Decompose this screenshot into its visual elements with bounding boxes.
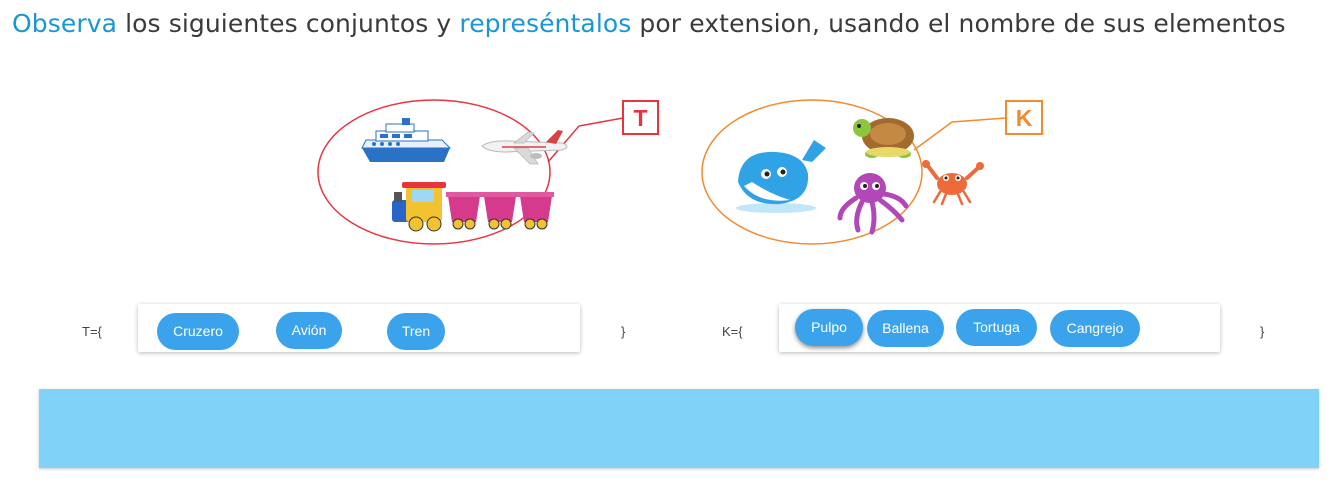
set-k-answer-box[interactable]: Pulpo Ballena Tortuga Cangrejo: [779, 304, 1220, 352]
set-k-diagram: K: [690, 90, 1060, 255]
set-k-open-label: K={: [722, 324, 743, 339]
airplane-illustration: [481, 130, 568, 165]
whale-illustration: [736, 140, 826, 213]
cruise-ship-illustration: [361, 118, 452, 162]
set-t-diagram: T: [310, 90, 670, 255]
chip-pulpo[interactable]: Pulpo: [795, 309, 863, 346]
turtle-illustration: [853, 118, 914, 158]
chip-tren[interactable]: Tren: [387, 313, 445, 350]
octopus-illustration: [837, 173, 909, 235]
set-t-open-label: T={: [82, 324, 102, 339]
feedback-panel: [39, 389, 1319, 468]
chip-ballena[interactable]: Ballena: [867, 310, 944, 347]
instruction-title: Observa los siguientes conjuntos y repre…: [12, 9, 1286, 38]
instruction-keyword-representalos: represéntalos: [459, 9, 632, 38]
set-t-close-label: }: [621, 324, 626, 339]
instruction-text-2: por extension, usando el nombre de sus e…: [631, 9, 1286, 38]
chip-cruzero[interactable]: Cruzero: [157, 313, 239, 350]
set-k-close-label: }: [1260, 324, 1265, 339]
chip-avion[interactable]: Avión: [276, 312, 342, 349]
set-k-letter: K: [1016, 105, 1033, 131]
instruction-keyword-observa: Observa: [12, 9, 118, 38]
set-t-letter: T: [633, 105, 647, 131]
set-t-answer-box[interactable]: Cruzero Avión Tren: [138, 304, 580, 352]
crab-illustration: [922, 160, 984, 206]
instruction-text-1: los siguientes conjuntos y: [117, 9, 460, 38]
chip-tortuga[interactable]: Tortuga: [956, 309, 1037, 346]
chip-cangrejo[interactable]: Cangrejo: [1050, 310, 1140, 347]
toy-train-illustration: [392, 182, 554, 232]
